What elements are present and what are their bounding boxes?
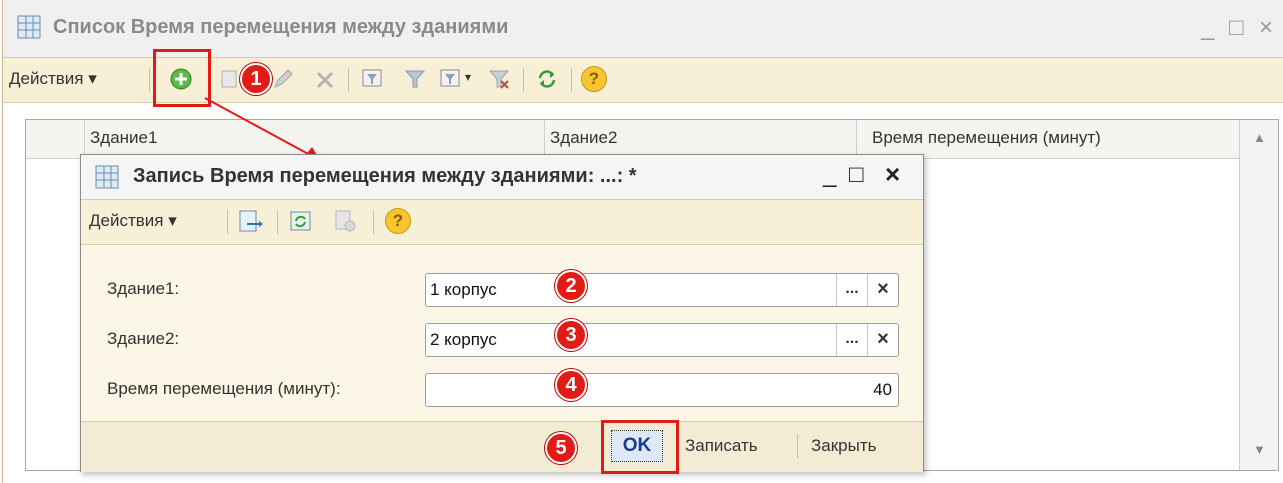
step-badge-2: 2 — [555, 270, 587, 302]
toolbar-separator — [277, 210, 278, 234]
toolbar-separator — [373, 210, 374, 234]
building1-field[interactable]: 1 корпус ... × — [425, 273, 899, 307]
toolbar-separator — [227, 210, 228, 234]
footer-separator — [797, 434, 798, 458]
dialog-footer: OK Записать Закрыть — [81, 420, 923, 474]
dialog-title-bar: Запись Время перемещения между зданиями:… — [81, 155, 923, 200]
record-dialog: Запись Время перемещения между зданиями:… — [80, 154, 924, 474]
travel-time-label: Время перемещения (минут): — [107, 379, 341, 398]
table-icon — [95, 165, 119, 189]
save-and-close-icon[interactable] — [237, 209, 263, 233]
copy-record-icon[interactable] — [333, 209, 357, 233]
dialog-toolbar: Действия ▾ ? — [81, 200, 923, 245]
building1-label: Здание1: — [107, 279, 180, 298]
building1-clear-button[interactable]: × — [867, 274, 898, 306]
building2-clear-button[interactable]: × — [867, 324, 898, 356]
actions-menu[interactable]: Действия ▾ — [89, 211, 177, 231]
close-button[interactable]: × — [885, 159, 900, 190]
save-button[interactable]: Записать — [685, 436, 758, 456]
building2-label: Здание2: — [107, 329, 180, 348]
dialog-form: Здание1: 1 корпус ... × Здание2: 2 корпу… — [81, 245, 923, 421]
building2-value: 2 корпус — [430, 330, 497, 349]
travel-time-value: 40 — [873, 380, 892, 399]
building2-choose-button[interactable]: ... — [836, 324, 867, 356]
step-badge-3: 3 — [555, 319, 587, 351]
building2-field[interactable]: 2 корпус ... × — [425, 323, 899, 357]
close-dialog-button[interactable]: Закрыть — [811, 436, 876, 456]
travel-time-field[interactable]: 40 — [425, 373, 899, 407]
building1-value: 1 корпус — [430, 280, 497, 299]
step-badge-4: 4 — [555, 369, 587, 401]
minimize-button[interactable]: _ — [823, 161, 836, 189]
maximize-button[interactable]: □ — [849, 161, 864, 189]
building1-choose-button[interactable]: ... — [836, 274, 867, 306]
dialog-title: Запись Время перемещения между зданиями:… — [133, 165, 637, 187]
step-badge-1: 1 — [240, 63, 272, 95]
ok-button[interactable]: OK — [611, 430, 663, 462]
step-badge-5: 5 — [545, 432, 577, 464]
reread-icon[interactable] — [289, 209, 313, 233]
help-icon[interactable]: ? — [385, 208, 411, 234]
